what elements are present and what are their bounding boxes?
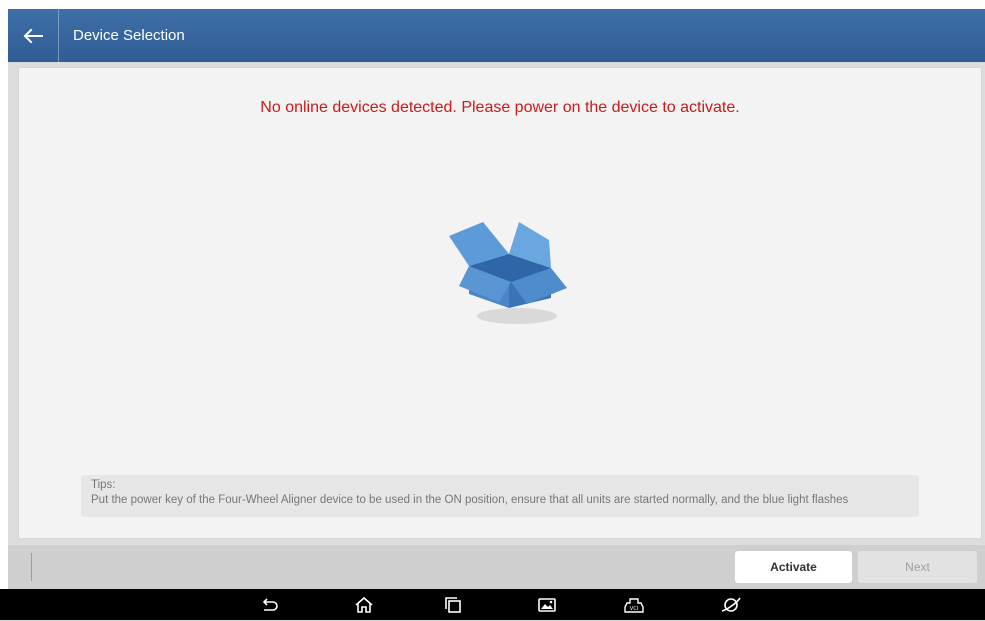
left-edge bbox=[0, 0, 8, 620]
vci-icon[interactable]: VCI bbox=[623, 594, 645, 616]
tips-heading: Tips: bbox=[91, 479, 116, 491]
home-icon[interactable] bbox=[353, 594, 375, 616]
page-title: Device Selection bbox=[73, 27, 185, 44]
tips-box: Tips: Put the power key of the Four-Whee… bbox=[81, 475, 919, 517]
content-panel: No online devices detected. Please power… bbox=[18, 67, 982, 539]
svg-text:VCI: VCI bbox=[630, 606, 638, 612]
open-box-icon bbox=[439, 216, 579, 336]
back-icon[interactable] bbox=[258, 594, 280, 616]
system-navigation-bar: VCI bbox=[0, 589, 985, 620]
app-header: Device Selection bbox=[8, 9, 985, 62]
browser-icon[interactable] bbox=[720, 594, 742, 616]
back-button[interactable] bbox=[8, 9, 59, 62]
activate-button[interactable]: Activate bbox=[735, 551, 852, 583]
recent-apps-icon[interactable] bbox=[442, 594, 464, 616]
top-edge bbox=[0, 0, 985, 9]
tips-text: Put the power key of the Four-Wheel Alig… bbox=[91, 494, 849, 506]
screenshot-icon[interactable] bbox=[536, 594, 558, 616]
arrow-left-icon bbox=[23, 28, 43, 43]
next-button[interactable]: Next bbox=[858, 551, 977, 583]
divider bbox=[31, 553, 32, 581]
action-bar: Activate Next bbox=[8, 545, 985, 589]
no-devices-message: No online devices detected. Please power… bbox=[260, 99, 740, 116]
